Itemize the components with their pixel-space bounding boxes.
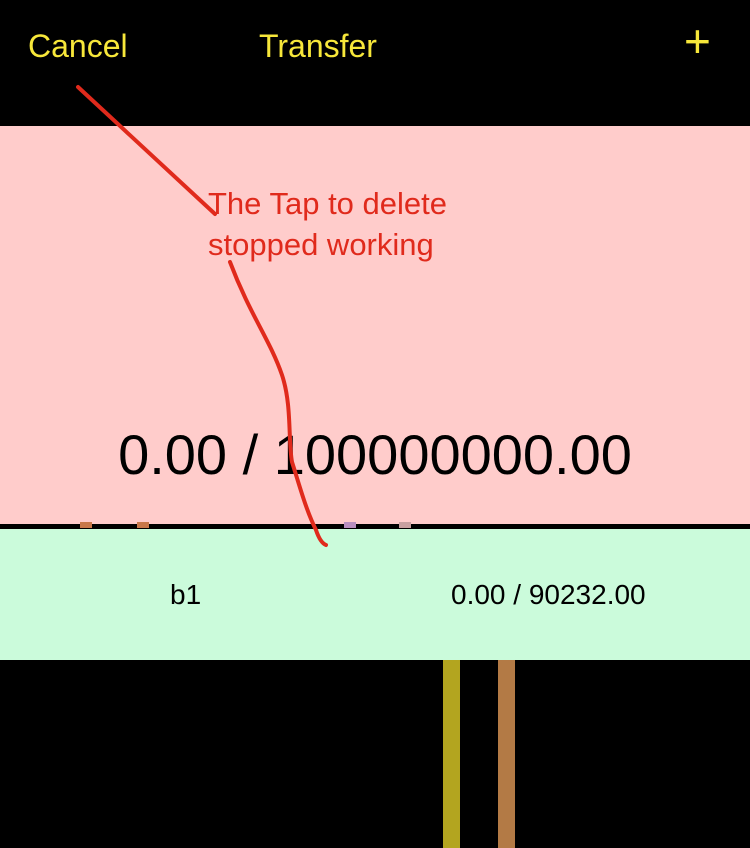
add-button[interactable]: + — [684, 18, 711, 64]
list-item[interactable]: b1 0.00 / 90232.00 — [0, 529, 750, 660]
annotation-note: The Tap to delete stopped working — [208, 183, 447, 265]
annotation-line: The Tap to delete — [208, 186, 447, 221]
background-stripe — [498, 660, 515, 848]
peek-stripe — [80, 522, 92, 528]
annotation-line: stopped working — [208, 227, 434, 262]
row-name: b1 — [170, 579, 202, 610]
peek-stripe — [137, 522, 149, 528]
background-area — [0, 660, 750, 848]
page-title: Transfer — [259, 28, 377, 64]
peek-stripe — [399, 522, 411, 528]
cancel-button[interactable]: Cancel — [28, 28, 128, 65]
background-stripe — [443, 660, 460, 848]
row-amount: 0.00 / 90232.00 — [451, 579, 646, 610]
navigation-bar: Cancel Transfer + — [0, 0, 750, 126]
total-amount: 0.00 / 100000000.00 — [118, 423, 632, 486]
peek-stripe — [344, 522, 356, 528]
